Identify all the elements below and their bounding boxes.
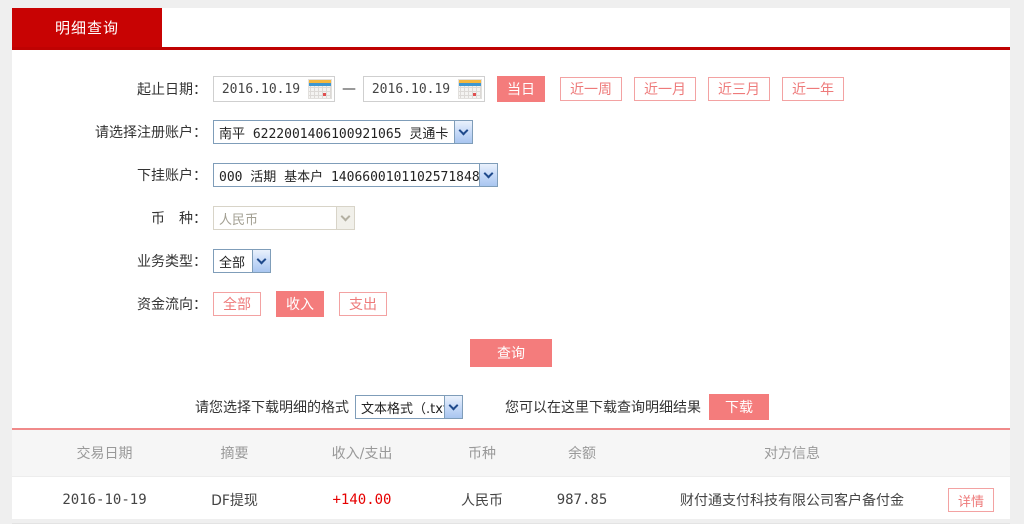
chevron-down-icon[interactable] xyxy=(479,164,497,186)
cell-amount: +140.00 xyxy=(272,477,452,524)
download-row: 请您选择下载明细的格式 文本格式（.txt） 您可以在这里下载查询明细结果 下载 xyxy=(12,394,1010,420)
cell-date: 2016-10-19 xyxy=(12,477,197,524)
quick-today-button[interactable]: 当日 xyxy=(497,76,545,102)
tab-detail-query-label: 明细查询 xyxy=(55,17,119,38)
date-range-row: 起止日期： 2016.10.19 — 2016.10.19 当日 近一周 xyxy=(12,76,1010,102)
results-table-section: 交易日期 摘要 收入/支出 币种 余额 对方信息 2016-10-19 DF提现… xyxy=(12,428,1010,524)
registered-account-select[interactable]: 南平 6222001406100921065 灵通卡 xyxy=(213,120,473,144)
fund-flow-income-button[interactable]: 收入 xyxy=(276,291,324,317)
sub-account-label: 下挂账户： xyxy=(12,165,207,185)
quick-year-button[interactable]: 近一年 xyxy=(782,77,844,101)
quick-month-button[interactable]: 近一月 xyxy=(634,77,696,101)
results-table: 交易日期 摘要 收入/支出 币种 余额 对方信息 2016-10-19 DF提现… xyxy=(12,430,1010,524)
quick-quarter-button[interactable]: 近三月 xyxy=(708,77,770,101)
end-date-input[interactable]: 2016.10.19 xyxy=(363,76,485,102)
sub-account-select[interactable]: 000 活期 基本户 1406600101102571848 xyxy=(213,163,498,187)
registered-account-row: 请选择注册账户： 南平 6222001406100921065 灵通卡 xyxy=(12,119,1010,145)
table-header-row: 交易日期 摘要 收入/支出 币种 余额 对方信息 xyxy=(12,430,1010,477)
business-type-value: 全部 xyxy=(214,252,252,271)
business-type-row: 业务类型： 全部 xyxy=(12,248,1010,274)
sub-account-row: 下挂账户： 000 活期 基本户 1406600101102571848 xyxy=(12,162,1010,188)
calendar-icon[interactable] xyxy=(458,79,482,99)
cell-currency: 人民币 xyxy=(452,477,512,524)
download-format-value: 文本格式（.txt） xyxy=(356,398,444,417)
fund-flow-expense-button[interactable]: 支出 xyxy=(339,292,387,316)
header-summary: 摘要 xyxy=(197,430,272,477)
chevron-down-icon[interactable] xyxy=(454,121,472,143)
query-form: 起止日期： 2016.10.19 — 2016.10.19 当日 近一周 xyxy=(12,50,1010,420)
header-counterparty: 对方信息 xyxy=(652,430,932,477)
header-amount: 收入/支出 xyxy=(272,430,452,477)
header-currency: 币种 xyxy=(452,430,512,477)
download-button[interactable]: 下载 xyxy=(709,394,769,420)
start-date-input[interactable]: 2016.10.19 xyxy=(213,76,335,102)
date-range-dash: — xyxy=(342,81,356,97)
calendar-icon[interactable] xyxy=(308,79,332,99)
query-button[interactable]: 查询 xyxy=(470,339,552,367)
chevron-down-icon[interactable] xyxy=(444,396,462,418)
fund-flow-all-button[interactable]: 全部 xyxy=(213,292,261,316)
sub-account-value: 000 活期 基本户 1406600101102571848 xyxy=(214,166,479,185)
header-date: 交易日期 xyxy=(12,430,197,477)
currency-select: 人民币 xyxy=(213,206,355,230)
table-row: 2016-10-19 DF提现 +140.00 人民币 987.85 财付通支付… xyxy=(12,477,1010,524)
detail-button[interactable]: 详情 xyxy=(948,488,994,512)
cell-counterparty: 财付通支付科技有限公司客户备付金 xyxy=(652,477,932,524)
currency-label: 币 种： xyxy=(12,208,207,228)
chevron-down-icon xyxy=(336,207,354,229)
start-date-value: 2016.10.19 xyxy=(214,82,308,97)
header-balance: 余额 xyxy=(512,430,652,477)
registered-account-value: 南平 6222001406100921065 灵通卡 xyxy=(214,123,454,142)
fund-flow-row: 资金流向： 全部 收入 支出 xyxy=(12,291,1010,317)
main-panel: 明细查询 起止日期： 2016.10.19 — 2016.10.19 xyxy=(12,8,1010,519)
cell-balance: 987.85 xyxy=(512,477,652,524)
tab-bar: 明细查询 xyxy=(12,8,1010,50)
download-format-select[interactable]: 文本格式（.txt） xyxy=(355,395,463,419)
fund-flow-label: 资金流向： xyxy=(12,294,207,314)
end-date-value: 2016.10.19 xyxy=(364,82,458,97)
tab-detail-query[interactable]: 明细查询 xyxy=(12,8,162,47)
currency-value: 人民币 xyxy=(214,209,336,228)
download-hint: 您可以在这里下载查询明细结果 xyxy=(505,397,701,417)
download-format-label: 请您选择下载明细的格式 xyxy=(195,397,349,417)
header-action xyxy=(932,430,1010,477)
chevron-down-icon[interactable] xyxy=(252,250,270,272)
cell-summary: DF提现 xyxy=(197,477,272,524)
registered-account-label: 请选择注册账户： xyxy=(12,122,207,142)
currency-row: 币 种： 人民币 xyxy=(12,205,1010,231)
quick-week-button[interactable]: 近一周 xyxy=(560,77,622,101)
business-type-select[interactable]: 全部 xyxy=(213,249,271,273)
business-type-label: 业务类型： xyxy=(12,251,207,271)
date-range-label: 起止日期： xyxy=(12,79,207,99)
